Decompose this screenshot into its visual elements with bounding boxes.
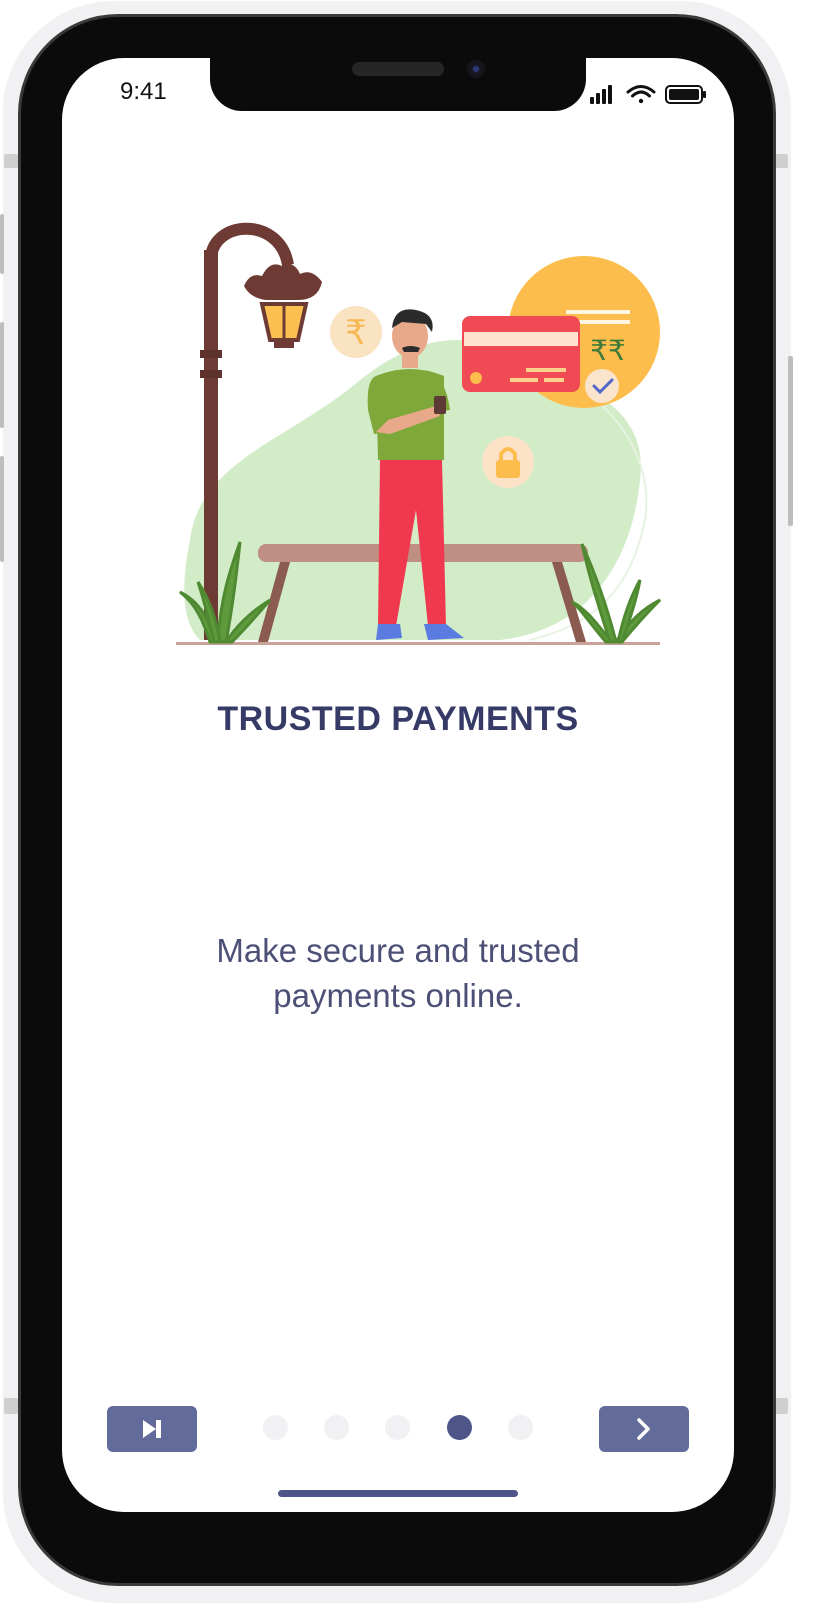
chevron-right-icon	[637, 1418, 650, 1440]
home-indicator[interactable]	[278, 1490, 518, 1497]
onboarding-title: TRUSTED PAYMENTS	[217, 700, 579, 738]
frame-antenna-line	[4, 154, 18, 168]
pagination-dot-3[interactable]	[385, 1415, 410, 1440]
check-badge-icon	[585, 369, 619, 403]
next-button[interactable]	[599, 1406, 689, 1452]
front-camera	[467, 60, 485, 78]
credit-card-illustration	[462, 316, 580, 392]
card-currency-label: ₹₹	[590, 334, 626, 367]
rupee-symbol: ₹	[345, 313, 367, 353]
rupee-coin-illustration: ₹	[330, 306, 382, 358]
pagination-dot-2[interactable]	[324, 1415, 349, 1440]
pagination-dots	[262, 1415, 546, 1441]
cellular-signal-icon	[590, 85, 612, 104]
speaker-grille	[352, 62, 444, 76]
onboarding-description: Make secure and trusted payments online.	[216, 932, 580, 1014]
power-button	[788, 356, 793, 526]
frame-antenna-line	[4, 1398, 18, 1414]
pagination-dot-1[interactable]	[263, 1415, 288, 1440]
pagination-dot-4[interactable]	[447, 1415, 472, 1440]
status-time: 9:41	[120, 78, 167, 105]
lock-icon	[482, 436, 534, 488]
silent-switch	[0, 214, 4, 274]
device-mockup: 9:41 ₹ ₹₹ TRUSTED PAYMENTS Make secure a…	[0, 0, 814, 1608]
battery-icon	[665, 85, 706, 104]
status-icons	[588, 82, 708, 108]
volume-down-button	[0, 456, 4, 562]
wifi-icon	[626, 85, 656, 104]
skip-to-end-icon	[143, 1420, 161, 1438]
onboarding-illustration: ₹ ₹₹	[170, 210, 670, 660]
skip-button[interactable]	[107, 1406, 197, 1452]
volume-up-button	[0, 322, 4, 428]
pagination-dot-5[interactable]	[508, 1415, 533, 1440]
